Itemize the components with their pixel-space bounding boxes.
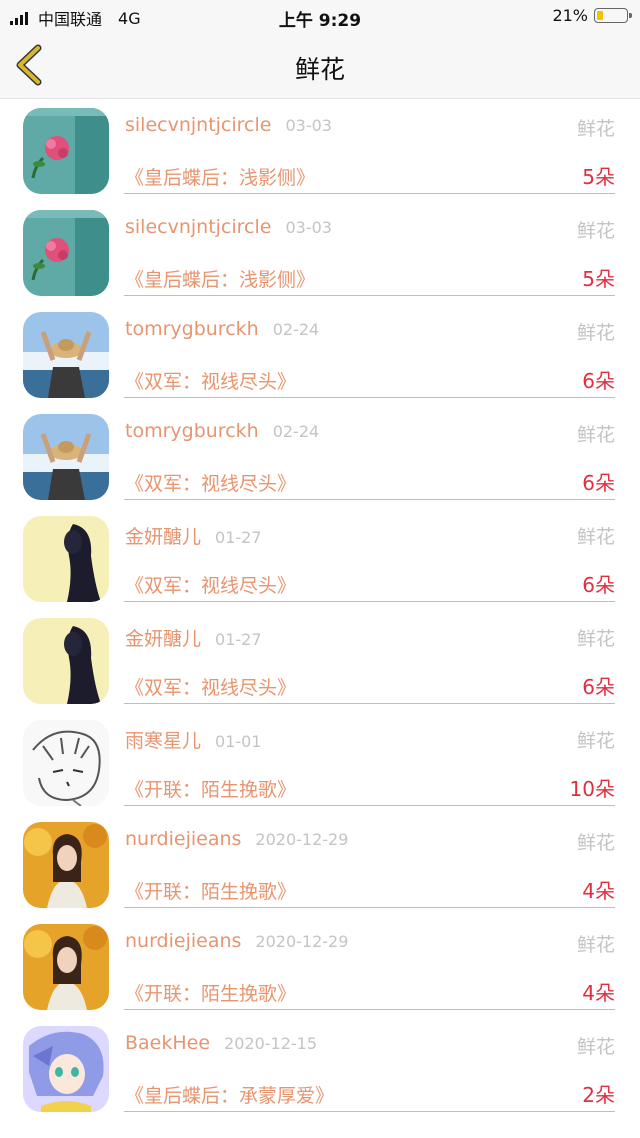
avatar[interactable] bbox=[23, 312, 109, 398]
work-title[interactable]: 《双军：视线尽头》 bbox=[125, 469, 296, 496]
divider bbox=[124, 1009, 615, 1010]
list-item[interactable]: 雨寒星儿 01-01 鲜花《开联：陌生挽歌》 10朵 bbox=[0, 711, 640, 813]
user-name[interactable]: nurdiejieans bbox=[125, 930, 241, 952]
divider bbox=[124, 805, 615, 806]
user-info: tomrygburckh 02-24 bbox=[125, 420, 319, 442]
gift-record-list: silecvnjntjcircle 03-03 鲜花 《皇后蝶后：浅影侧》 5朵 sile… bbox=[0, 99, 640, 1119]
divider bbox=[124, 295, 615, 296]
user-info: silecvnjntjcircle 03-03 bbox=[125, 216, 332, 238]
work-title[interactable]: 《皇后蝶后：承蒙厚爱》 bbox=[125, 1081, 334, 1108]
gift-date: 01-27 bbox=[215, 630, 262, 649]
user-info: nurdiejieans 2020-12-29 bbox=[125, 930, 348, 952]
work-title[interactable]: 《开联：陌生挽歌》 bbox=[125, 775, 296, 802]
gift-date: 03-03 bbox=[285, 116, 332, 135]
gift-category: 鲜花 bbox=[576, 730, 615, 752]
battery-info: 21% bbox=[552, 6, 632, 25]
list-item[interactable]: 金妍醣儿 01-27 鲜花《双军：视线尽头》 6朵 bbox=[0, 609, 640, 711]
gift-category: 鲜花 bbox=[576, 832, 615, 854]
user-info: tomrygburckh 02-24 bbox=[125, 318, 319, 340]
user-name[interactable]: 金妍醣儿 bbox=[125, 526, 201, 548]
work-title[interactable]: 《双军：视线尽头》 bbox=[125, 367, 296, 394]
user-name[interactable]: tomrygburckh bbox=[125, 420, 259, 442]
gift-category: 鲜花 bbox=[576, 1036, 615, 1058]
list-item[interactable]: BaekHee 2020-12-15 鲜花《皇后蝶后：承蒙厚爱》 2朵 bbox=[0, 1017, 640, 1119]
flower-count: 6朵 bbox=[582, 573, 615, 597]
battery-icon bbox=[594, 8, 632, 23]
list-item[interactable]: nurdiejieans 2020-12-29 鲜花《开联：陌生挽歌》 4朵 bbox=[0, 813, 640, 915]
user-name[interactable]: silecvnjntjcircle bbox=[125, 114, 271, 136]
avatar[interactable] bbox=[23, 414, 109, 500]
gift-date: 02-24 bbox=[272, 422, 320, 441]
user-info: 金妍醣儿 01-27 bbox=[125, 624, 262, 651]
status-bar: 中国联通 4G 上午 9:29 21% bbox=[0, 0, 640, 32]
flower-count: 5朵 bbox=[582, 267, 615, 291]
avatar[interactable] bbox=[23, 108, 109, 194]
clock: 上午 9:29 bbox=[278, 11, 362, 31]
gift-date: 03-03 bbox=[285, 218, 332, 237]
work-title[interactable]: 《皇后蝶后：浅影侧》 bbox=[125, 265, 315, 292]
user-name[interactable]: silecvnjntjcircle bbox=[125, 216, 271, 238]
user-name[interactable]: tomrygburckh bbox=[125, 318, 259, 340]
user-info: 金妍醣儿 01-27 bbox=[125, 522, 262, 549]
avatar[interactable] bbox=[23, 720, 109, 806]
battery-percent: 21% bbox=[552, 6, 588, 25]
avatar[interactable] bbox=[23, 924, 109, 1010]
gift-date: 01-27 bbox=[215, 528, 262, 547]
gift-category: 鲜花 bbox=[576, 322, 615, 344]
work-title[interactable]: 《皇后蝶后：浅影侧》 bbox=[125, 163, 315, 190]
divider bbox=[124, 601, 615, 602]
user-name[interactable]: nurdiejieans bbox=[125, 828, 241, 850]
gift-category: 鲜花 bbox=[576, 118, 615, 140]
flower-count: 2朵 bbox=[582, 1083, 615, 1107]
list-item[interactable]: silecvnjntjcircle 03-03 鲜花《皇后蝶后：浅影侧》 5朵 bbox=[0, 99, 640, 201]
user-name[interactable]: BaekHee bbox=[125, 1032, 210, 1054]
divider bbox=[124, 907, 615, 908]
user-name[interactable]: 雨寒星儿 bbox=[125, 730, 201, 752]
user-info: 雨寒星儿 01-01 bbox=[125, 726, 262, 753]
work-title[interactable]: 《开联：陌生挽歌》 bbox=[125, 979, 296, 1006]
work-title[interactable]: 《双军：视线尽头》 bbox=[125, 571, 296, 598]
page-title: 鲜花 bbox=[294, 55, 345, 84]
navigation-bar: 鲜花 bbox=[0, 32, 640, 99]
user-info: BaekHee 2020-12-15 bbox=[125, 1032, 317, 1054]
list-item[interactable]: tomrygburckh 02-24 鲜花《双军：视线尽头》 6朵 bbox=[0, 303, 640, 405]
avatar[interactable] bbox=[23, 516, 109, 602]
gift-date: 2020-12-15 bbox=[224, 1034, 318, 1053]
work-title[interactable]: 《开联：陌生挽歌》 bbox=[125, 877, 296, 904]
flower-count: 6朵 bbox=[582, 471, 615, 495]
gift-category: 鲜花 bbox=[576, 934, 615, 956]
divider bbox=[124, 499, 615, 500]
divider bbox=[124, 397, 615, 398]
avatar[interactable] bbox=[23, 1026, 109, 1112]
flower-count: 6朵 bbox=[582, 675, 615, 699]
flower-count: 4朵 bbox=[582, 981, 615, 1005]
gift-category: 鲜花 bbox=[576, 628, 615, 650]
avatar[interactable] bbox=[23, 822, 109, 908]
gift-category: 鲜花 bbox=[576, 220, 615, 242]
divider bbox=[124, 1111, 615, 1112]
user-info: nurdiejieans 2020-12-29 bbox=[125, 828, 348, 850]
gift-category: 鲜花 bbox=[576, 424, 615, 446]
gift-date: 02-24 bbox=[272, 320, 320, 339]
flower-count: 4朵 bbox=[582, 879, 615, 903]
work-title[interactable]: 《双军：视线尽头》 bbox=[125, 673, 296, 700]
gift-date: 2020-12-29 bbox=[255, 932, 349, 951]
avatar[interactable] bbox=[23, 618, 109, 704]
gift-date: 2020-12-29 bbox=[255, 830, 349, 849]
user-name[interactable]: 金妍醣儿 bbox=[125, 628, 201, 650]
list-item[interactable]: tomrygburckh 02-24 鲜花《双军：视线尽头》 6朵 bbox=[0, 405, 640, 507]
gift-date: 01-01 bbox=[215, 732, 262, 751]
divider bbox=[124, 193, 615, 194]
user-info: silecvnjntjcircle 03-03 bbox=[125, 114, 332, 136]
list-item[interactable]: silecvnjntjcircle 03-03 鲜花《皇后蝶后：浅影侧》 5朵 bbox=[0, 201, 640, 303]
list-item[interactable]: nurdiejieans 2020-12-29 鲜花《开联：陌生挽歌》 4朵 bbox=[0, 915, 640, 1017]
list-item[interactable]: 金妍醣儿 01-27 鲜花《双军：视线尽头》 6朵 bbox=[0, 507, 640, 609]
flower-count: 10朵 bbox=[569, 777, 615, 801]
flower-count: 6朵 bbox=[582, 369, 615, 393]
avatar[interactable] bbox=[23, 210, 109, 296]
flower-count: 5朵 bbox=[582, 165, 615, 189]
divider bbox=[124, 703, 615, 704]
gift-category: 鲜花 bbox=[576, 526, 615, 548]
